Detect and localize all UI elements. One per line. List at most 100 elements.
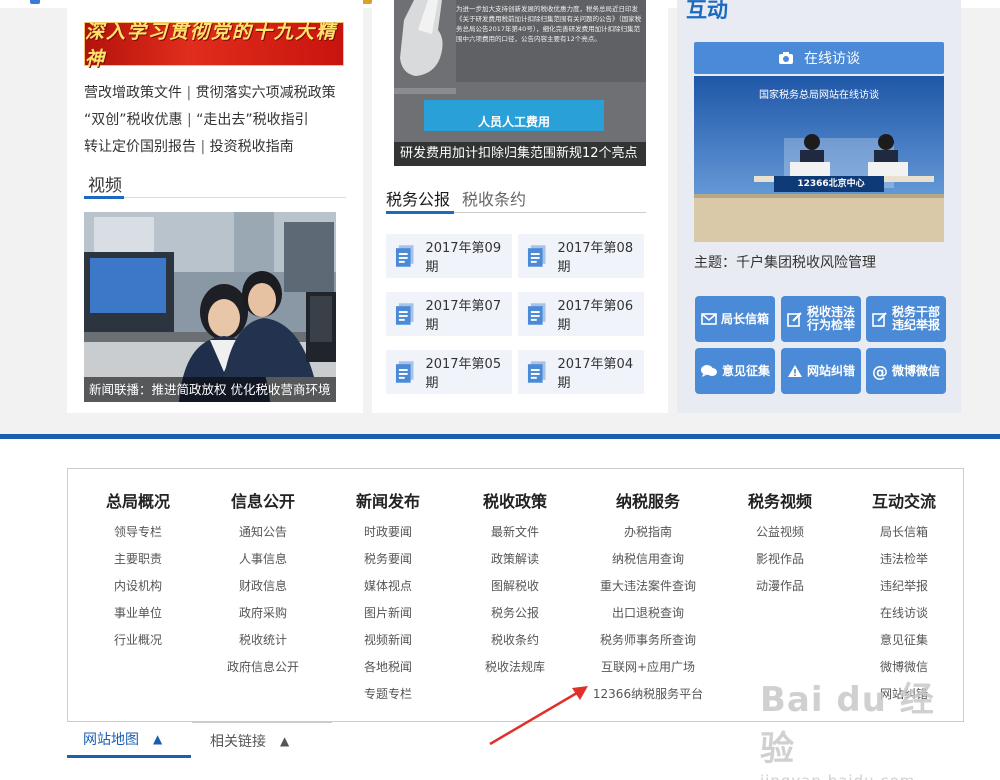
tab-tax-treaty[interactable]: 税收条约 xyxy=(462,186,526,210)
video-thumbnail[interactable] xyxy=(84,212,336,402)
sitemap-column: 新闻发布 时政要闻 税务要闻 媒体视点 图片新闻 视频新闻 各地税闻 专题专栏 xyxy=(346,488,430,708)
sitemap-link[interactable]: 违法检举 xyxy=(862,546,946,573)
sitemap-link[interactable]: 最新文件 xyxy=(470,519,560,546)
rd-ribbon: 人员人工费用 xyxy=(424,111,604,131)
button-label: 微博微信 xyxy=(891,363,940,378)
sitemap-heading[interactable]: 纳税服务 xyxy=(578,488,718,512)
sitemap-link[interactable]: 图解税收 xyxy=(470,573,560,600)
button-label-line2: 违纪举报 xyxy=(891,318,940,332)
watermark-main: Bai du 经验 xyxy=(760,680,935,769)
site-error-report-button[interactable]: 网站纠错 xyxy=(781,348,861,394)
sitemap-link[interactable]: 主要职责 xyxy=(96,546,180,573)
interview-studio-image[interactable]: 国家税务总局网站在线访谈 12366北京中心 xyxy=(694,76,944,242)
at-icon: @ xyxy=(871,361,888,381)
sitemap-link[interactable]: 政策解读 xyxy=(470,546,560,573)
sitemap-link[interactable]: 行业概况 xyxy=(96,627,180,654)
sitemap-link[interactable]: 专题专栏 xyxy=(346,681,430,708)
tax-violation-report-button[interactable]: 税收违法 行为检举 xyxy=(781,296,861,342)
sitemap-heading[interactable]: 互动交流 xyxy=(862,488,946,512)
sitemap-link[interactable]: 时政要闻 xyxy=(346,519,430,546)
sitemap-link[interactable]: 税务师事务所查询 xyxy=(578,627,718,654)
video-caption[interactable]: 新闻联播：推进简政放权 优化税收营商环境 xyxy=(84,377,336,402)
sitemap-link[interactable]: 影视作品 xyxy=(738,546,822,573)
sitemap-link[interactable]: 纳税信用查询 xyxy=(578,546,718,573)
document-icon xyxy=(527,245,546,267)
tab-related-links[interactable]: 相关链接 ▲ xyxy=(192,722,332,758)
sitemap-link[interactable]: 违纪举报 xyxy=(862,573,946,600)
issue-item[interactable]: 2017年第08期 xyxy=(518,234,644,278)
mail-icon xyxy=(701,313,717,325)
policy-link[interactable]: 营改增政策文件 xyxy=(84,85,182,101)
policy-link[interactable]: “双创”税收优惠 xyxy=(84,112,183,128)
sitemap-link[interactable]: 公益视频 xyxy=(738,519,822,546)
sitemap-link[interactable]: 税务公报 xyxy=(470,600,560,627)
issue-item[interactable]: 2017年第06期 xyxy=(518,292,644,336)
sitemap-link[interactable]: 政府信息公开 xyxy=(213,654,313,681)
sitemap-link[interactable]: 税收法规库 xyxy=(470,654,560,681)
tab-tax-bulletin[interactable]: 税务公报 xyxy=(386,186,450,210)
online-interview-label: 在线访谈 xyxy=(804,51,860,67)
sitemap-link[interactable]: 出口退税查询 xyxy=(578,600,718,627)
sitemap-link[interactable]: 图片新闻 xyxy=(346,600,430,627)
rd-doc-text: 为进一步加大支持创新发展的税收优惠力度，税务总局近日印发《关于研发费用税前加计扣… xyxy=(456,5,642,43)
opinion-collection-button[interactable]: 意见征集 xyxy=(695,348,775,394)
director-mailbox-button[interactable]: 局长信箱 xyxy=(695,296,775,342)
rd-news-caption[interactable]: 研发费用加计扣除归集范围新规12个亮点 xyxy=(394,142,646,166)
watermark-sub: jingyan.baidu.com xyxy=(760,772,960,780)
issue-item[interactable]: 2017年第04期 xyxy=(518,350,644,394)
sitemap-heading[interactable]: 税收政策 xyxy=(470,488,560,512)
sitemap-heading[interactable]: 新闻发布 xyxy=(346,488,430,512)
sitemap-link[interactable]: 税收统计 xyxy=(213,627,313,654)
link-separator: | xyxy=(186,85,192,101)
sitemap-link[interactable]: 通知公告 xyxy=(213,519,313,546)
tab-sitemap[interactable]: 网站地图 ▲ xyxy=(67,722,191,758)
sitemap-link[interactable]: 财政信息 xyxy=(213,573,313,600)
interaction-title: 互动 xyxy=(686,0,728,22)
sitemap-link[interactable]: 办税指南 xyxy=(578,519,718,546)
sitemap-link[interactable]: 意见征集 xyxy=(862,627,946,654)
sitemap-link[interactable]: 政府采购 xyxy=(213,600,313,627)
sitemap-link[interactable]: 在线访谈 xyxy=(862,600,946,627)
sitemap-link[interactable]: 领导专栏 xyxy=(96,519,180,546)
sitemap-link[interactable]: 人事信息 xyxy=(213,546,313,573)
sitemap-link[interactable]: 视频新闻 xyxy=(346,627,430,654)
interview-topic[interactable]: 主题：千户集团税收风险管理 xyxy=(694,252,876,272)
policy-link[interactable]: 转让定价国别报告 xyxy=(84,139,196,155)
tab-active-indicator xyxy=(386,211,454,214)
sitemap-link[interactable]: 媒体视点 xyxy=(346,573,430,600)
issue-item[interactable]: 2017年第05期 xyxy=(386,350,512,394)
sitemap-link[interactable]: 税务要闻 xyxy=(346,546,430,573)
document-icon xyxy=(395,303,414,325)
sitemap-heading[interactable]: 总局概况 xyxy=(96,488,180,512)
sitemap-link[interactable]: 税收条约 xyxy=(470,627,560,654)
policy-link[interactable]: 贯彻落实六项减税政策 xyxy=(196,85,336,101)
sitemap-heading[interactable]: 信息公开 xyxy=(213,488,313,512)
sitemap-link[interactable]: 互联网+应用广场 xyxy=(578,654,718,681)
video-title-underline xyxy=(84,196,124,199)
sitemap-link[interactable]: 各地税闻 xyxy=(346,654,430,681)
issue-item[interactable]: 2017年第09期 xyxy=(386,234,512,278)
policy-link[interactable]: “走出去”税收指引 xyxy=(196,112,309,128)
sitemap-column: 税务视频 公益视频 影视作品 动漫作品 xyxy=(738,488,822,600)
sitemap-heading[interactable]: 税务视频 xyxy=(738,488,822,512)
issue-item[interactable]: 2017年第07期 xyxy=(386,292,512,336)
policy-links: 营改增政策文件 | 贯彻落实六项减税政策 “双创”税收优惠 | “走出去”税收指… xyxy=(84,80,354,161)
document-icon xyxy=(527,303,546,325)
sitemap-link[interactable]: 重大违法案件查询 xyxy=(578,573,718,600)
sitemap-column: 信息公开 通知公告 人事信息 财政信息 政府采购 税收统计 政府信息公开 xyxy=(213,488,313,681)
sitemap-link[interactable]: 动漫作品 xyxy=(738,573,822,600)
weibo-wechat-button[interactable]: @ 微博微信 xyxy=(866,348,946,394)
sitemap-link[interactable]: 事业单位 xyxy=(96,600,180,627)
sitemap-column: 纳税服务 办税指南 纳税信用查询 重大违法案件查询 出口退税查询 税务师事务所查… xyxy=(578,488,718,708)
online-interview-button[interactable]: 在线访谈 xyxy=(694,42,944,74)
sitemap-link[interactable]: 内设机构 xyxy=(96,573,180,600)
warning-icon xyxy=(787,365,802,377)
cadre-discipline-report-button[interactable]: 税务干部 违纪举报 xyxy=(866,296,946,342)
party-study-banner[interactable]: 深入学习贯彻党的十九大精神 xyxy=(84,21,344,70)
sitemap-link[interactable]: 局长信箱 xyxy=(862,519,946,546)
issue-label: 2017年第08期 xyxy=(557,241,634,275)
button-label: 局长信箱 xyxy=(720,311,769,326)
video-section-title[interactable]: 视频 xyxy=(88,171,122,196)
document-icon xyxy=(395,245,414,267)
policy-link[interactable]: 投资税收指南 xyxy=(210,139,294,155)
